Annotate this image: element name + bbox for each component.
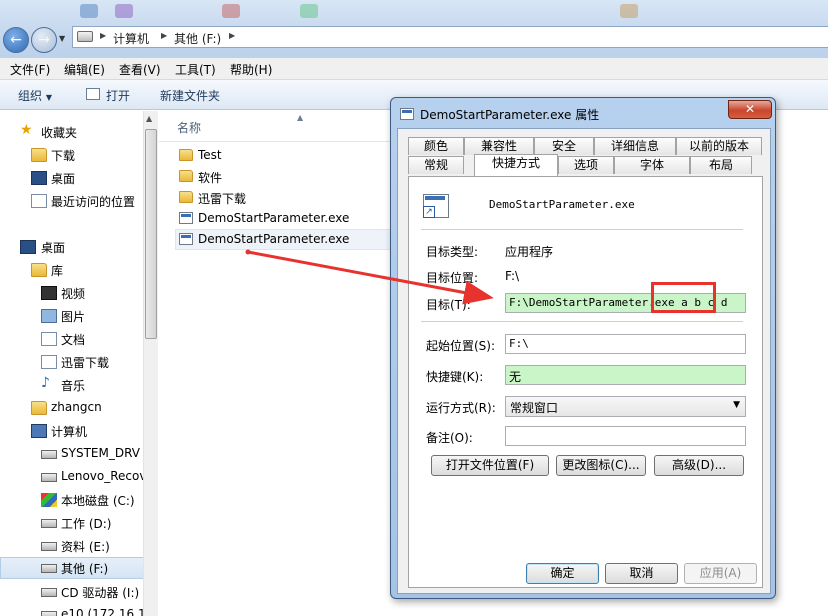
annotation-highlight-box (651, 282, 716, 313)
tab-shortcut[interactable]: 快捷方式 (474, 154, 558, 176)
